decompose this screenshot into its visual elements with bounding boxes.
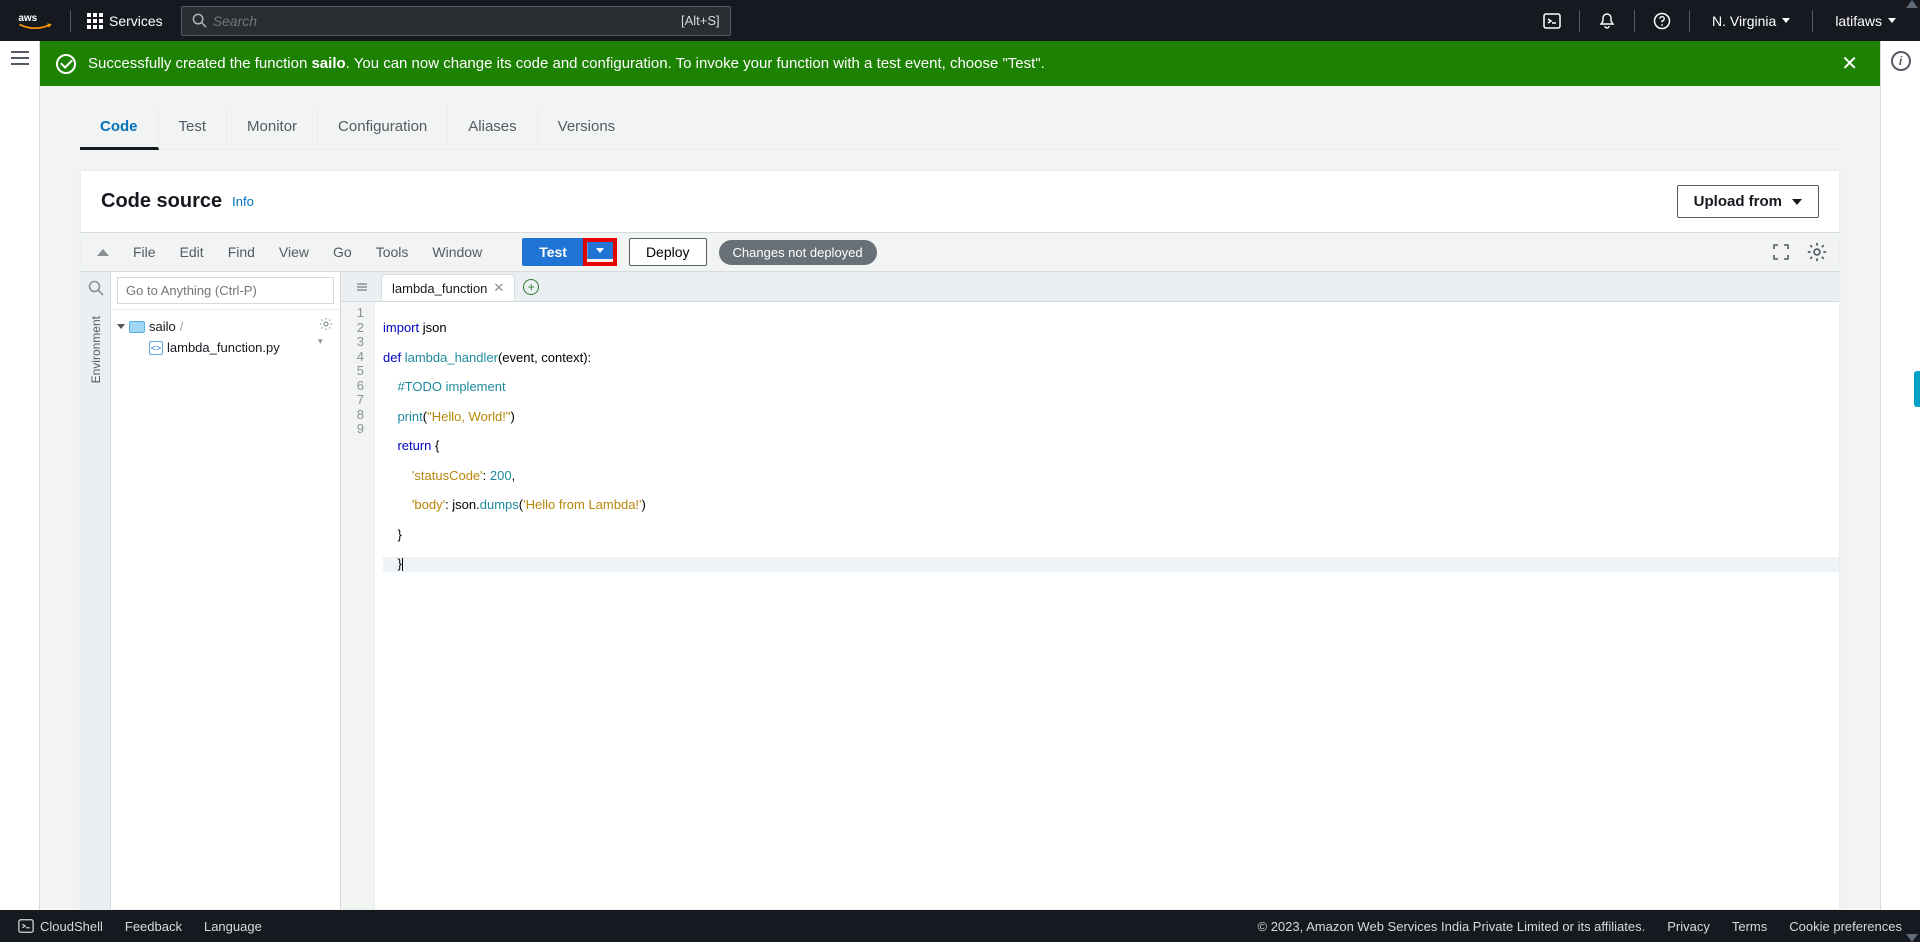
chevron-down-icon (117, 324, 125, 329)
file-icon: <> (149, 341, 163, 355)
test-button-group: Test (522, 238, 617, 266)
region-label: N. Virginia (1712, 13, 1776, 29)
info-icon[interactable]: i (1891, 51, 1911, 71)
folder-icon (129, 321, 145, 333)
language-link[interactable]: Language (204, 919, 262, 934)
highlight-box (583, 238, 617, 266)
search-shortcut: [Alt+S] (681, 13, 720, 28)
ide-left-tabs: Environment (81, 272, 111, 909)
scroll-up-icon[interactable] (1906, 0, 1918, 8)
environment-tab[interactable]: Environment (89, 310, 103, 389)
tab-code[interactable]: Code (80, 106, 159, 150)
menu-tools[interactable]: Tools (370, 240, 415, 264)
scroll-down-icon[interactable] (1906, 934, 1918, 942)
services-menu[interactable]: Services (77, 13, 173, 29)
new-tab-icon[interactable]: + (523, 279, 539, 295)
terms-link[interactable]: Terms (1732, 919, 1767, 934)
drawer-handle[interactable] (1914, 371, 1920, 407)
global-search[interactable]: [Alt+S] (181, 6, 731, 36)
deploy-button[interactable]: Deploy (629, 238, 707, 266)
top-nav: aws Services [Alt+S] N. Virginia latifaw… (0, 0, 1920, 41)
goto-input[interactable] (117, 277, 334, 304)
tree-folder-label: sailo (149, 319, 176, 334)
tree-folder-root[interactable]: sailo / (115, 316, 336, 337)
copyright: © 2023, Amazon Web Services India Privat… (1258, 919, 1646, 934)
flash-message: Successfully created the function sailo.… (88, 55, 1835, 72)
code-editor[interactable]: 123456789 import json def lambda_handler… (341, 302, 1839, 909)
gear-icon[interactable] (1805, 240, 1829, 264)
divider (1689, 10, 1690, 32)
changes-not-deployed-badge: Changes not deployed (719, 240, 877, 265)
privacy-link[interactable]: Privacy (1667, 919, 1710, 934)
editor-tab[interactable]: lambda_function ✕ (381, 274, 515, 301)
tab-monitor[interactable]: Monitor (227, 106, 318, 149)
divider (1579, 10, 1580, 32)
upload-from-label: Upload from (1694, 193, 1782, 210)
services-label: Services (109, 13, 163, 29)
account-label: latifaws (1835, 13, 1882, 29)
test-button[interactable]: Test (522, 238, 584, 266)
file-explorer: ▾ sailo / <> lambda_function.py (111, 272, 341, 909)
cloudshell-icon (18, 918, 34, 934)
divider (1634, 10, 1635, 32)
grid-icon (87, 13, 103, 29)
tab-test[interactable]: Test (159, 106, 228, 149)
check-icon (56, 54, 76, 74)
right-rail: i (1880, 41, 1920, 910)
success-flash: Successfully created the function sailo.… (40, 41, 1880, 86)
test-dropdown[interactable] (587, 242, 613, 259)
divider (70, 10, 71, 32)
function-tabs: Code Test Monitor Configuration Aliases … (80, 106, 1840, 150)
code-lines: import json def lambda_handler(event, co… (375, 302, 1839, 909)
gear-icon[interactable]: ▾ (318, 316, 334, 347)
tree-file-label: lambda_function.py (167, 340, 280, 355)
search-icon[interactable] (88, 280, 104, 296)
cookie-link[interactable]: Cookie preferences (1789, 919, 1902, 934)
left-rail (0, 41, 40, 910)
aws-logo[interactable]: aws (18, 11, 52, 31)
search-icon (192, 13, 207, 28)
code-source-card: Code source Info Upload from File Edit F… (80, 170, 1840, 910)
fullscreen-icon[interactable] (1769, 240, 1793, 264)
menu-window[interactable]: Window (426, 240, 488, 264)
scroll-tabs-icon[interactable] (347, 280, 377, 294)
chevron-down-icon (596, 248, 604, 253)
cloudshell-link[interactable]: CloudShell (18, 918, 103, 934)
line-gutter: 123456789 (341, 302, 375, 909)
ide-toolbar: File Edit Find View Go Tools Window Test… (81, 232, 1839, 272)
hamburger-icon[interactable] (11, 51, 29, 65)
menu-go[interactable]: Go (327, 240, 358, 264)
card-title: Code source (101, 190, 222, 213)
help-icon[interactable] (1645, 4, 1679, 38)
tree-file[interactable]: <> lambda_function.py (115, 337, 336, 358)
close-icon[interactable]: ✕ (493, 280, 504, 296)
feedback-link[interactable]: Feedback (125, 919, 182, 934)
menu-file[interactable]: File (127, 240, 162, 264)
chevron-down-icon (1782, 18, 1790, 23)
chevron-down-icon (1888, 18, 1896, 23)
editor-area: lambda_function ✕ + 123456789 import jso… (341, 272, 1839, 909)
info-link[interactable]: Info (232, 194, 254, 209)
divider (1812, 10, 1813, 32)
svg-text:aws: aws (18, 13, 37, 24)
menu-find[interactable]: Find (222, 240, 261, 264)
menu-edit[interactable]: Edit (174, 240, 210, 264)
tab-configuration[interactable]: Configuration (318, 106, 448, 149)
account-menu[interactable]: latifaws (1823, 0, 1908, 41)
tab-versions[interactable]: Versions (538, 106, 636, 149)
editor-tab-label: lambda_function (392, 281, 487, 296)
notifications-icon[interactable] (1590, 4, 1624, 38)
region-selector[interactable]: N. Virginia (1700, 0, 1802, 41)
collapse-icon[interactable] (97, 249, 109, 256)
upload-from-button[interactable]: Upload from (1677, 185, 1819, 218)
search-input[interactable] (213, 13, 681, 29)
cloudshell-icon[interactable] (1535, 4, 1569, 38)
tab-aliases[interactable]: Aliases (448, 106, 537, 149)
footer: CloudShell Feedback Language © 2023, Ama… (0, 910, 1920, 942)
chevron-down-icon (1792, 199, 1802, 205)
close-icon[interactable]: ✕ (1835, 51, 1864, 76)
menu-view[interactable]: View (273, 240, 315, 264)
